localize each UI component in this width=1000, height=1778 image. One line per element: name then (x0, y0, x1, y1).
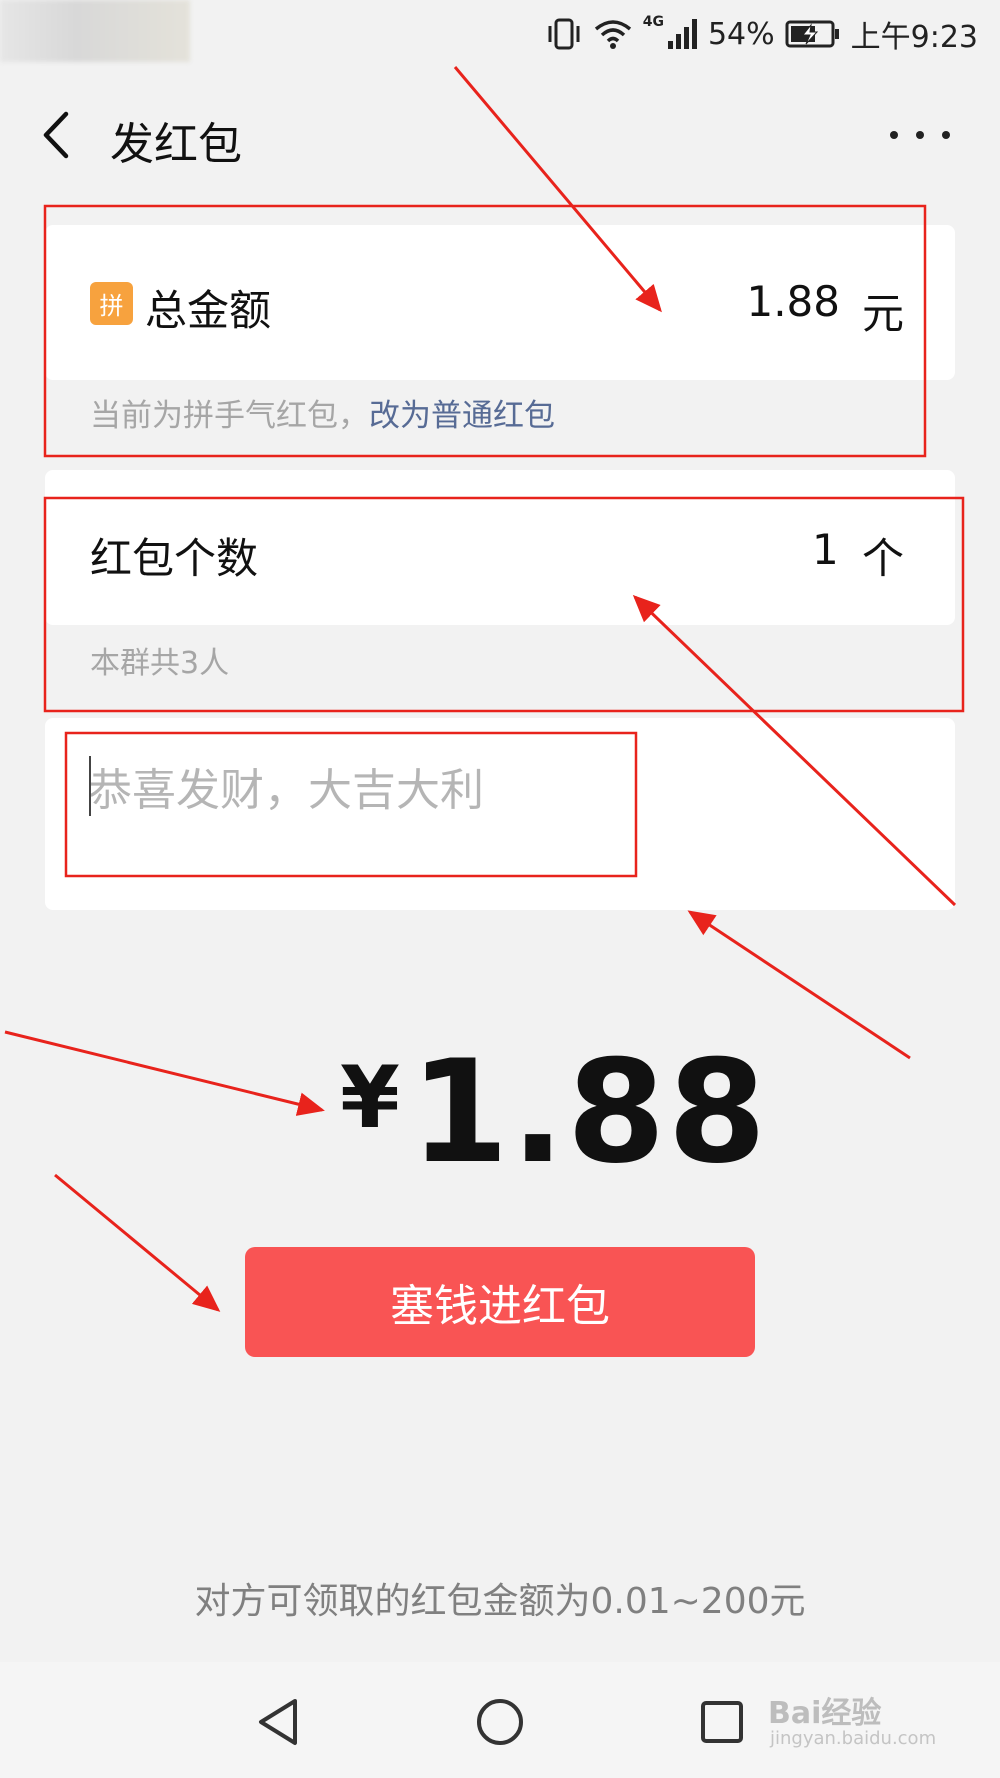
total-amount-label: 总金额 (145, 286, 272, 335)
group-member-count: 本群共3人 (90, 646, 230, 681)
packet-count-label: 红包个数 (90, 534, 259, 583)
baidu-watermark-url: jingyan.baidu.com (770, 1728, 937, 1749)
back-arrow-icon (43, 111, 69, 159)
total-amount-display: 1.88 (410, 1030, 769, 1195)
vibrate-icon (548, 18, 580, 50)
more-dot-icon (890, 131, 898, 139)
amount-unit: 元 (862, 289, 905, 338)
annotation-arrow (54, 1173, 221, 1312)
nav-home-circle-icon (477, 1699, 523, 1745)
nav-back-button[interactable] (248, 1692, 308, 1752)
packet-type-hint: 当前为拼手气红包，改为普通红包 (90, 390, 555, 435)
nav-recents-square-icon (701, 1701, 743, 1743)
packet-count-input[interactable]: 1 (812, 525, 839, 574)
baidu-watermark-logo: Bai经验 (768, 1696, 882, 1731)
annotation-arrow (4, 1030, 325, 1116)
status-time: 上午9:23 (850, 20, 978, 55)
text-caret (89, 756, 91, 816)
switch-to-normal-packet-link[interactable]: 改为普通红包 (369, 398, 555, 434)
network-type: 4G (642, 14, 664, 30)
lucky-packet-badge: 拼 (90, 282, 133, 325)
status-bar-right: 4G 54% 上午9:23 (545, 8, 978, 60)
nav-home-button[interactable] (470, 1692, 530, 1752)
status-bar-blurred-area (0, 0, 190, 62)
wifi-icon (594, 20, 631, 49)
more-options-button[interactable] (890, 120, 950, 150)
battery-charging-icon (785, 20, 839, 48)
back-button[interactable] (30, 105, 80, 165)
packet-type-hint-text: 当前为拼手气红包， (90, 398, 369, 434)
total-amount-input[interactable]: 1.88 (690, 277, 840, 326)
currency-symbol: ¥ (340, 1048, 400, 1148)
nav-back-triangle-icon (259, 1699, 297, 1745)
page-title: 发红包 (110, 119, 242, 170)
signal-icon (667, 19, 697, 49)
put-money-button[interactable]: 塞钱进红包 (245, 1247, 755, 1357)
amount-range-note: 对方可领取的红包金额为0.01~200元 (194, 1581, 806, 1622)
more-dot-icon (942, 131, 950, 139)
packet-count-unit: 个 (862, 534, 905, 583)
more-dot-icon (916, 131, 924, 139)
battery-percent: 54% (707, 16, 775, 52)
nav-recents-button[interactable] (692, 1692, 752, 1752)
blessing-message-input[interactable] (88, 760, 628, 820)
